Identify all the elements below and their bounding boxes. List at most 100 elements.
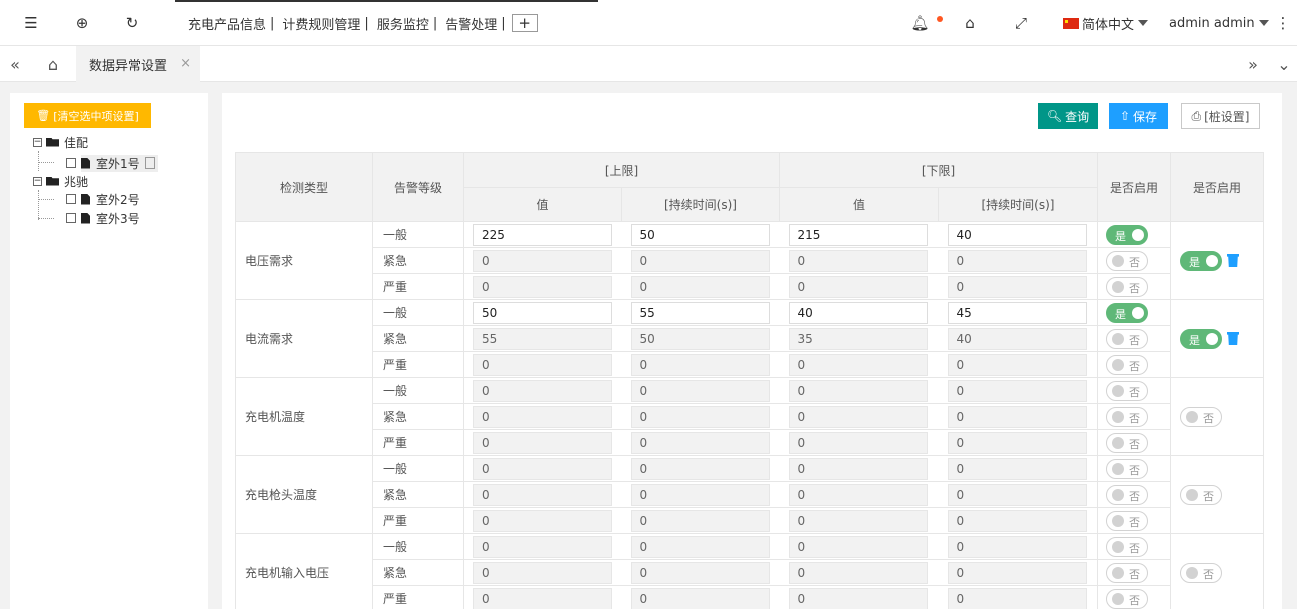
menu-item-alarm[interactable]: 告警处理 bbox=[445, 14, 497, 33]
home-icon[interactable]: ⌂ bbox=[38, 46, 68, 82]
lower-duration-input[interactable]: 0 bbox=[947, 587, 1087, 609]
upper-value-input[interactable]: 55 bbox=[473, 327, 612, 350]
tree-node-selected[interactable]: 室外1号 bbox=[81, 154, 158, 172]
lower-duration-input[interactable]: 0 bbox=[947, 379, 1087, 402]
level-enabled-switch[interactable]: 否 bbox=[1106, 276, 1148, 297]
level-enabled-switch[interactable]: 否 bbox=[1106, 432, 1148, 453]
lower-value-input[interactable]: 40 bbox=[788, 301, 928, 324]
tab-data-anomaly[interactable]: 数据异常设置 × bbox=[76, 46, 200, 82]
lower-value-input[interactable]: 35 bbox=[788, 327, 928, 350]
upper-duration-input[interactable]: 55 bbox=[630, 301, 770, 324]
lower-value-input[interactable]: 0 bbox=[788, 535, 928, 558]
upper-duration-input[interactable]: 0 bbox=[630, 275, 770, 298]
level-enabled-switch[interactable]: 否 bbox=[1106, 380, 1148, 401]
menu-item-monitor[interactable]: 服务监控 bbox=[377, 14, 429, 33]
menu-item-product[interactable]: 充电产品信息 bbox=[188, 14, 266, 33]
upper-duration-input[interactable]: 50 bbox=[630, 223, 770, 246]
scroll-right-icon[interactable]: » bbox=[1238, 46, 1268, 82]
upper-duration-input[interactable]: 0 bbox=[630, 483, 770, 506]
upper-value-input[interactable]: 0 bbox=[473, 431, 612, 454]
upper-duration-input[interactable]: 0 bbox=[630, 587, 770, 609]
lower-duration-input[interactable]: 0 bbox=[947, 353, 1087, 376]
menu-item-billing[interactable]: 计费规则管理 bbox=[282, 14, 360, 33]
save-button[interactable]: ⇧ 保存 bbox=[1109, 103, 1168, 129]
lower-duration-input[interactable]: 0 bbox=[947, 535, 1087, 558]
tree-node-device[interactable]: 室外1号 bbox=[66, 153, 158, 173]
upper-value-input[interactable]: 0 bbox=[473, 275, 612, 298]
level-enabled-switch[interactable]: 否 bbox=[1106, 510, 1148, 531]
group-enabled-switch[interactable]: 是 bbox=[1180, 250, 1222, 271]
lower-value-input[interactable]: 0 bbox=[788, 275, 928, 298]
language-select[interactable]: 简体中文 bbox=[1063, 0, 1149, 46]
lower-value-input[interactable]: 0 bbox=[788, 353, 928, 376]
pile-setting-button[interactable]: ⎙ [桩设置] bbox=[1181, 103, 1260, 129]
group-enabled-switch[interactable]: 否 bbox=[1180, 562, 1222, 583]
level-enabled-switch[interactable]: 否 bbox=[1106, 328, 1148, 349]
level-enabled-switch[interactable]: 否 bbox=[1106, 354, 1148, 375]
tree-node-group[interactable]: − 佳配 bbox=[33, 132, 88, 152]
upper-duration-input[interactable]: 0 bbox=[630, 405, 770, 428]
upper-value-input[interactable]: 0 bbox=[473, 379, 612, 402]
level-enabled-switch[interactable]: 否 bbox=[1106, 484, 1148, 505]
upper-value-input[interactable]: 0 bbox=[473, 483, 612, 506]
upper-value-input[interactable]: 50 bbox=[473, 301, 612, 324]
lower-value-input[interactable]: 0 bbox=[788, 379, 928, 402]
level-enabled-switch[interactable]: 否 bbox=[1106, 536, 1148, 557]
upper-value-input[interactable]: 0 bbox=[473, 587, 612, 609]
tree-node-device[interactable]: 室外3号 bbox=[66, 208, 140, 228]
group-enabled-switch[interactable]: 否 bbox=[1180, 406, 1222, 427]
lower-value-input[interactable]: 0 bbox=[788, 405, 928, 428]
collapse-icon[interactable]: − bbox=[33, 176, 42, 186]
lower-value-input[interactable]: 0 bbox=[788, 431, 928, 454]
menu-toggle-icon[interactable]: ☰ bbox=[11, 0, 51, 46]
upper-value-input[interactable]: 0 bbox=[473, 405, 612, 428]
level-enabled-switch[interactable]: 否 bbox=[1106, 406, 1148, 427]
tree-checkbox[interactable] bbox=[66, 213, 76, 223]
group-enabled-switch[interactable]: 是 bbox=[1180, 328, 1222, 349]
more-icon[interactable]: ⋮ bbox=[1263, 0, 1297, 46]
page-scrollbar[interactable] bbox=[1289, 93, 1297, 609]
lower-duration-input[interactable]: 0 bbox=[947, 509, 1087, 532]
lower-duration-input[interactable]: 0 bbox=[947, 431, 1087, 454]
edit-icon[interactable] bbox=[144, 157, 155, 169]
lower-duration-input[interactable]: 0 bbox=[947, 405, 1087, 428]
tree-checkbox[interactable] bbox=[66, 158, 76, 168]
lower-value-input[interactable]: 0 bbox=[788, 457, 928, 480]
lower-value-input[interactable]: 0 bbox=[788, 509, 928, 532]
bell-icon[interactable]: 🔔︎ bbox=[900, 0, 940, 46]
upper-duration-input[interactable]: 0 bbox=[630, 457, 770, 480]
upper-duration-input[interactable]: 0 bbox=[630, 509, 770, 532]
user-menu[interactable]: admin admin bbox=[1169, 0, 1269, 46]
tag-icon[interactable]: ⌂ bbox=[950, 0, 990, 46]
lower-value-input[interactable]: 0 bbox=[788, 483, 928, 506]
upper-duration-input[interactable]: 0 bbox=[630, 249, 770, 272]
tree-node-group[interactable]: − 兆驰 bbox=[33, 171, 88, 191]
lower-value-input[interactable]: 215 bbox=[788, 223, 928, 246]
upper-duration-input[interactable]: 0 bbox=[630, 561, 770, 584]
lower-value-input[interactable]: 0 bbox=[788, 249, 928, 272]
chevron-down-icon[interactable]: ⌄ bbox=[1269, 46, 1297, 82]
upper-duration-input[interactable]: 0 bbox=[630, 353, 770, 376]
lower-value-input[interactable]: 0 bbox=[788, 587, 928, 609]
upper-value-input[interactable]: 0 bbox=[473, 509, 612, 532]
upper-value-input[interactable]: 0 bbox=[473, 353, 612, 376]
level-enabled-switch[interactable]: 否 bbox=[1106, 588, 1148, 609]
upper-value-input[interactable]: 225 bbox=[473, 223, 612, 246]
scroll-left-icon[interactable]: « bbox=[0, 46, 30, 82]
upper-value-input[interactable]: 0 bbox=[473, 561, 612, 584]
lower-duration-input[interactable]: 40 bbox=[947, 327, 1087, 350]
level-enabled-switch[interactable]: 否 bbox=[1106, 250, 1148, 271]
trash-icon[interactable] bbox=[1227, 332, 1239, 345]
lower-duration-input[interactable]: 0 bbox=[947, 561, 1087, 584]
upper-value-input[interactable]: 0 bbox=[473, 535, 612, 558]
globe-icon[interactable]: ⊕ bbox=[62, 0, 102, 46]
lower-duration-input[interactable]: 0 bbox=[947, 249, 1087, 272]
refresh-icon[interactable]: ↻ bbox=[112, 0, 152, 46]
group-enabled-switch[interactable]: 否 bbox=[1180, 484, 1222, 505]
upper-duration-input[interactable]: 0 bbox=[630, 535, 770, 558]
collapse-icon[interactable]: − bbox=[33, 137, 42, 147]
upper-duration-input[interactable]: 0 bbox=[630, 379, 770, 402]
lower-duration-input[interactable]: 0 bbox=[947, 483, 1087, 506]
tree-node-device[interactable]: 室外2号 bbox=[66, 189, 140, 209]
tree-checkbox[interactable] bbox=[66, 194, 76, 204]
